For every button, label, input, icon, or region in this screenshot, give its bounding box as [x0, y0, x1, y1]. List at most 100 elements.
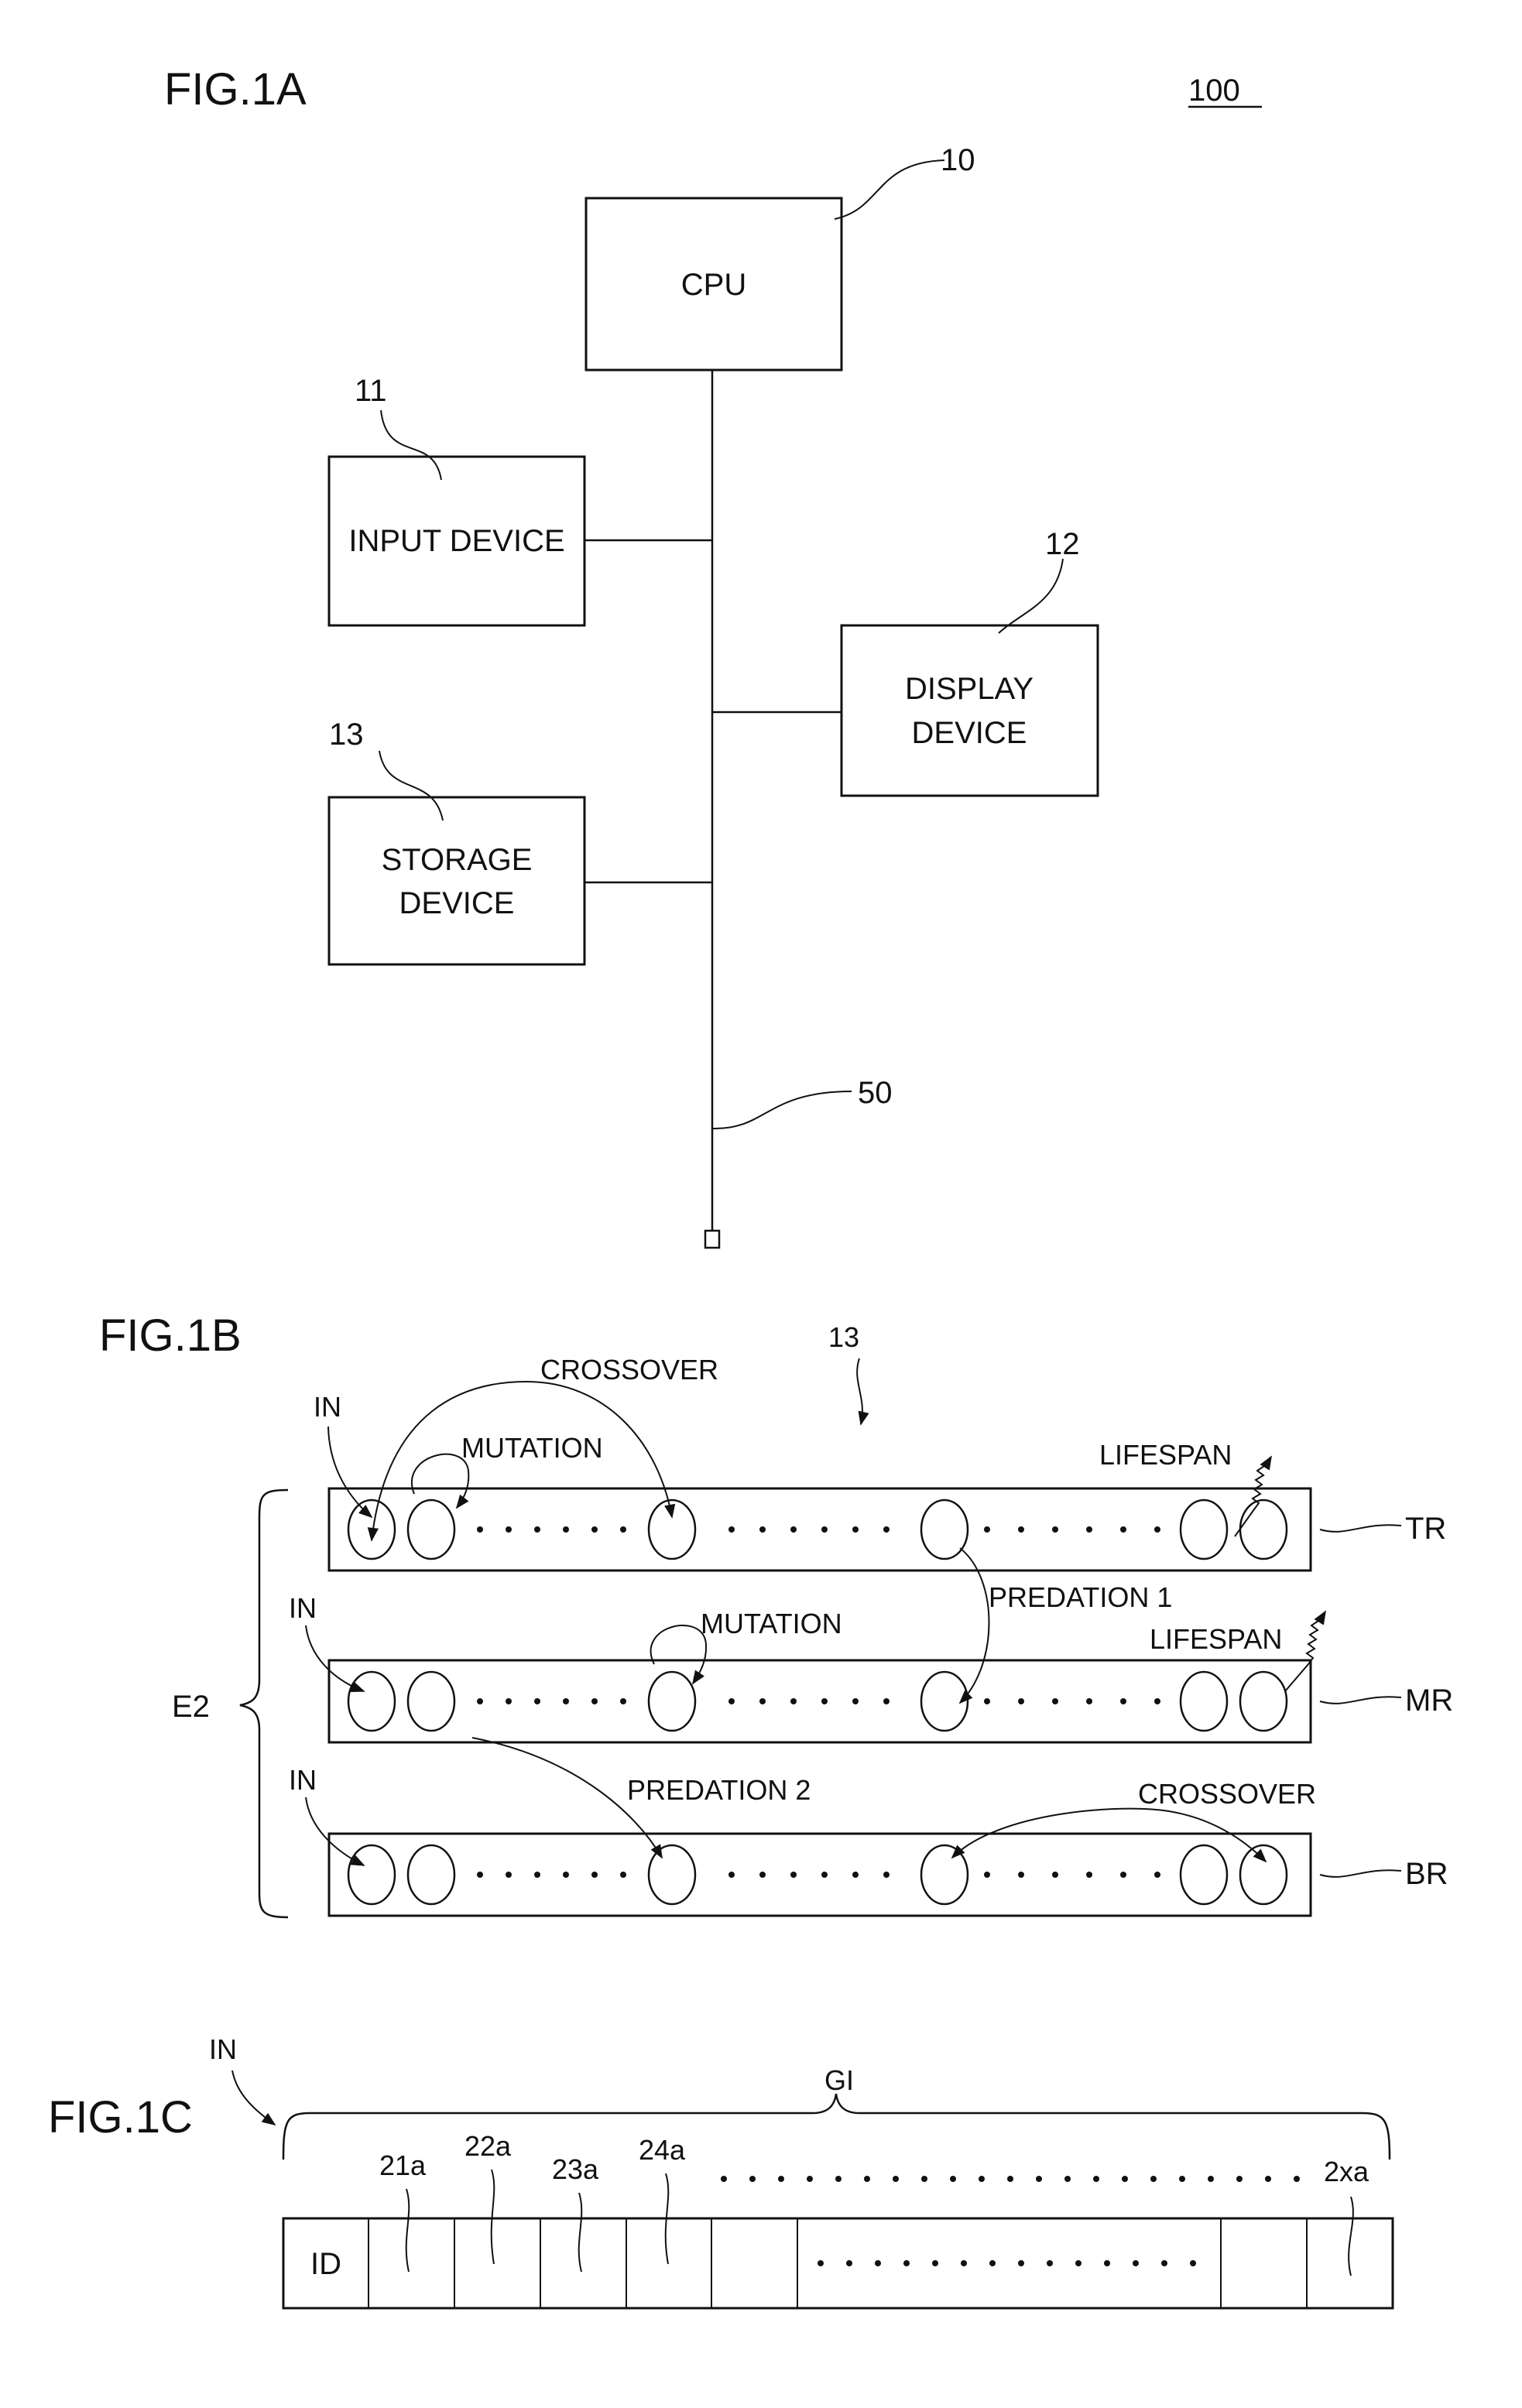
ellipsis-dot	[984, 1698, 990, 1704]
cpu-block: CPU 10	[584, 143, 975, 372]
ellipsis-dot	[506, 1872, 512, 1878]
storage-device-ref: 13	[329, 718, 364, 752]
ellipsis-dot	[534, 1526, 540, 1533]
id-cell-label: ID	[310, 2247, 341, 2281]
storage-device-label-line2: DEVICE	[399, 886, 515, 920]
input-device-block: INPUT DEVICE 11	[327, 374, 586, 627]
ellipsis-dot	[1150, 2176, 1157, 2182]
ellipsis-dot	[921, 2176, 927, 2182]
ellipsis-dot	[1047, 2260, 1053, 2266]
ellipsis-dot	[728, 1698, 735, 1704]
crossover-bottom-label: CROSSOVER	[1138, 1778, 1316, 1810]
ellipsis-dot	[852, 1872, 859, 1878]
in-label-tr: IN	[314, 1391, 341, 1423]
individual-circle	[406, 1499, 456, 1560]
e2-brace	[239, 1488, 289, 1919]
ellipsis-dot	[591, 1872, 598, 1878]
individual-circle	[920, 1844, 969, 1906]
ellipsis-dot	[883, 1526, 890, 1533]
individual-circle	[1179, 1499, 1229, 1560]
ellipsis-dot	[591, 1526, 598, 1533]
e2-label: E2	[172, 1690, 210, 1724]
ellipsis-dot	[790, 1526, 797, 1533]
ellipsis-dot	[1154, 1698, 1160, 1704]
system-ref-100: 100	[1188, 74, 1240, 108]
predation2-label: PREDATION 2	[627, 1774, 811, 1806]
individual-in-label: IN	[209, 2033, 237, 2065]
fig-1a: FIG.1A 100 CPU 10 INPUT DEVICE 11 DISPLA…	[164, 64, 1262, 1249]
ellipsis-dot	[1161, 2260, 1167, 2266]
ellipsis-dot	[721, 2176, 727, 2182]
input-device-ref: 11	[355, 374, 387, 408]
ellipsis-dot	[903, 2260, 910, 2266]
storage-device-block: STORAGE DEVICE 13	[327, 718, 586, 966]
ellipsis-dot	[759, 1698, 766, 1704]
crossover-top-label: CROSSOVER	[540, 1354, 718, 1386]
ellipsis-dot	[1104, 2260, 1110, 2266]
individual-circle	[1179, 1844, 1229, 1906]
ellipsis-dot	[807, 2176, 813, 2182]
ellipsis-dot	[1086, 1872, 1092, 1878]
fig-1b: FIG.1B 13 E2 TR MR BR CROSSOVER MUTATION I…	[99, 1310, 1453, 1919]
ellipsis-dot	[984, 1872, 990, 1878]
ellipsis-dot	[506, 1698, 512, 1704]
ellipsis-dot	[821, 1526, 828, 1533]
ellipsis-dot	[875, 2260, 881, 2266]
ellipsis-dot	[852, 1698, 859, 1704]
predation1-label: PREDATION 1	[989, 1581, 1172, 1613]
ellipsis-dot	[749, 2176, 756, 2182]
ellipsis-dot	[759, 1526, 766, 1533]
individual-circle	[406, 1670, 456, 1732]
ellipsis-dot	[1018, 2260, 1024, 2266]
gene-ref-24a: 24a	[639, 2134, 686, 2166]
display-device-label-line1: DISPLAY	[905, 672, 1034, 706]
ellipsis-dot	[563, 1526, 569, 1533]
gene-ref-22a: 22a	[464, 2130, 512, 2162]
ellipsis-dot	[790, 1698, 797, 1704]
ellipsis-dot	[1086, 1698, 1092, 1704]
region-row-tr: TR	[327, 1487, 1446, 1572]
individual-circle	[406, 1844, 456, 1906]
ellipsis-dot	[620, 1526, 626, 1533]
ellipsis-dot	[1236, 2176, 1243, 2182]
bus-leader	[711, 1091, 852, 1130]
fig-1c-title: FIG.1C	[48, 2092, 193, 2143]
ellipsis-dot	[728, 1872, 735, 1878]
individual-circle	[347, 1670, 396, 1732]
input-device-label: INPUT DEVICE	[348, 524, 564, 558]
individual-circle	[1239, 1844, 1288, 1906]
ellipsis-dot	[1120, 1526, 1126, 1533]
row-label-leader	[1319, 1869, 1402, 1878]
ellipsis-dot	[1294, 2176, 1300, 2182]
individual-circle	[1239, 1670, 1288, 1732]
bus-terminal	[704, 1229, 721, 1249]
row-label-tr: TR	[1405, 1512, 1446, 1546]
ellipsis-dot	[1179, 2176, 1185, 2182]
storage-ref-arrow	[856, 1358, 869, 1426]
ellipsis-dot	[989, 2260, 996, 2266]
ellipsis-dot	[818, 2260, 824, 2266]
cpu-label: CPU	[681, 268, 746, 302]
lifespan-top-label: LIFESPAN	[1099, 1439, 1232, 1471]
ellipsis-dot	[1018, 1526, 1024, 1533]
ellipsis-dot	[1052, 1698, 1058, 1704]
ellipsis-dot	[477, 1872, 483, 1878]
individual-circle	[920, 1499, 969, 1560]
lifespan-mid-label: LIFESPAN	[1150, 1623, 1282, 1655]
individual-circle	[1239, 1499, 1288, 1560]
ellipsis-dot	[979, 2176, 985, 2182]
gene-ref-21a: 21a	[379, 2149, 427, 2181]
ellipsis-dot	[1052, 1526, 1058, 1533]
storage-device-label-line1: STORAGE	[382, 843, 533, 877]
cpu-leader	[834, 159, 945, 220]
fig-1c: FIG.1C IN GI ID 21a 22a 23a 24a 2xa	[48, 2033, 1394, 2310]
ellipsis-dot	[984, 1526, 990, 1533]
ellipsis-dot	[778, 2176, 784, 2182]
ellipsis-dot	[728, 1526, 735, 1533]
ellipsis-dot	[620, 1698, 626, 1704]
region-row-mr: MR	[327, 1659, 1453, 1744]
patent-figure-sheet: FIG.1A 100 CPU 10 INPUT DEVICE 11 DISPLA…	[48, 64, 1453, 2310]
ellipsis-dot	[1154, 1872, 1160, 1878]
ellipsis-dot	[864, 2176, 870, 2182]
ellipsis-dot	[1018, 1698, 1024, 1704]
